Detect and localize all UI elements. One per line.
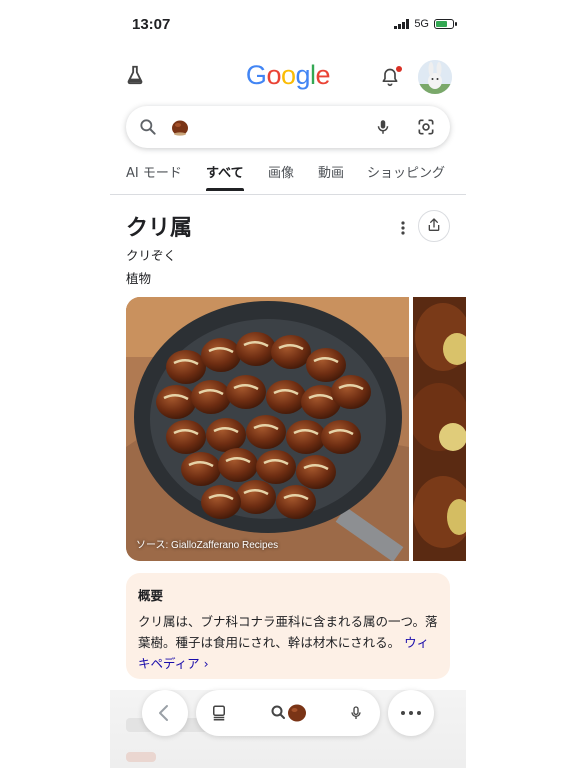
search-tabs: AI モード すべて 画像 動画 ショッピング [110,160,466,195]
chestnut [321,420,361,454]
logo-letter: e [315,60,331,90]
tab-videos[interactable]: 動画 [318,162,344,181]
status-bar: 13:07 5G [110,14,466,36]
logo-letter: G [245,60,267,90]
chestnut [156,385,196,419]
chestnut [191,380,231,414]
chestnut [181,452,221,486]
logo-letter: g [295,60,311,90]
status-time: 13:07 [132,16,171,33]
chestnut [331,375,371,409]
share-button[interactable] [418,210,450,242]
chestnut [201,485,241,519]
tab-shopping[interactable]: ショッピング [367,162,445,181]
notification-dot [396,66,402,72]
overview-card: 概要 クリ属は、ブナ科コナラ亜科に含まれる属の一つ。落葉樹。種子は食用にされ、幹… [126,573,450,679]
mic-icon[interactable] [348,703,364,727]
tab-ai-mode[interactable]: AI モード [126,162,182,181]
chestnut-image-chip[interactable] [170,117,190,141]
chestnut [236,480,276,514]
network-label: 5G [414,18,429,30]
chestnut [271,335,311,369]
chestnut [206,418,246,452]
chestnut [236,332,276,366]
ghost-text [126,752,156,762]
more-options-icon[interactable] [400,220,406,240]
more-button[interactable] [388,690,434,736]
chestnut [286,420,326,454]
knowledge-panel-reading: クリぞく [126,248,177,263]
search-icon[interactable] [270,703,310,727]
battery-icon [434,19,457,29]
chestnut [256,450,296,484]
chestnut [276,485,316,519]
tabs-icon[interactable] [210,704,228,726]
knowledge-panel-type: 植物 [126,271,152,286]
signal-icon [394,19,410,29]
tab-images[interactable]: 画像 [268,162,294,181]
overview-text: クリ属は、ブナ科コナラ亜科に含まれる属の一つ。落葉樹。種子は食用にされ、幹は材木… [138,611,438,674]
lens-icon[interactable] [416,117,436,141]
chestnut [246,415,286,449]
search-bar[interactable] [126,106,450,148]
chestnut [201,338,241,372]
share-icon [428,218,440,231]
back-icon [159,705,168,721]
chestnut [166,350,206,384]
mic-icon[interactable] [374,117,392,141]
chestnut-side-photo[interactable] [413,297,466,561]
chestnut [306,348,346,382]
more-icon [401,711,421,715]
logo-letter: o [280,60,296,90]
search-icon [138,117,158,141]
google-logo[interactable]: Google [110,60,466,91]
chestnut [266,380,306,414]
image-source-caption: ソース: GialloZafferano Recipes [136,540,279,551]
back-button[interactable] [142,690,188,736]
avatar[interactable] [418,60,452,94]
logo-letter: o [266,60,281,90]
tab-all[interactable]: すべて [206,162,244,191]
chestnut [226,375,266,409]
chestnut [166,420,206,454]
phone-screen: 13:07 5G Google AI モード すべて 画像 動画 ショッピング … [110,0,466,768]
chestnut [296,455,336,489]
notification-bell-icon[interactable] [380,66,402,92]
bottom-search-pill[interactable] [196,690,380,736]
header: Google [110,60,466,96]
status-indicators: 5G [394,18,457,30]
chestnut-pan-photo[interactable]: ソース: GialloZafferano Recipes [126,297,409,561]
chestnut [218,448,258,482]
overview-heading: 概要 [138,588,164,603]
knowledge-panel-title: クリ属 [126,216,193,241]
overview-description: クリ属は、ブナ科コナラ亜科に含まれる属の一つ。落葉樹。種子は食用にされ、幹は材木… [138,614,438,650]
